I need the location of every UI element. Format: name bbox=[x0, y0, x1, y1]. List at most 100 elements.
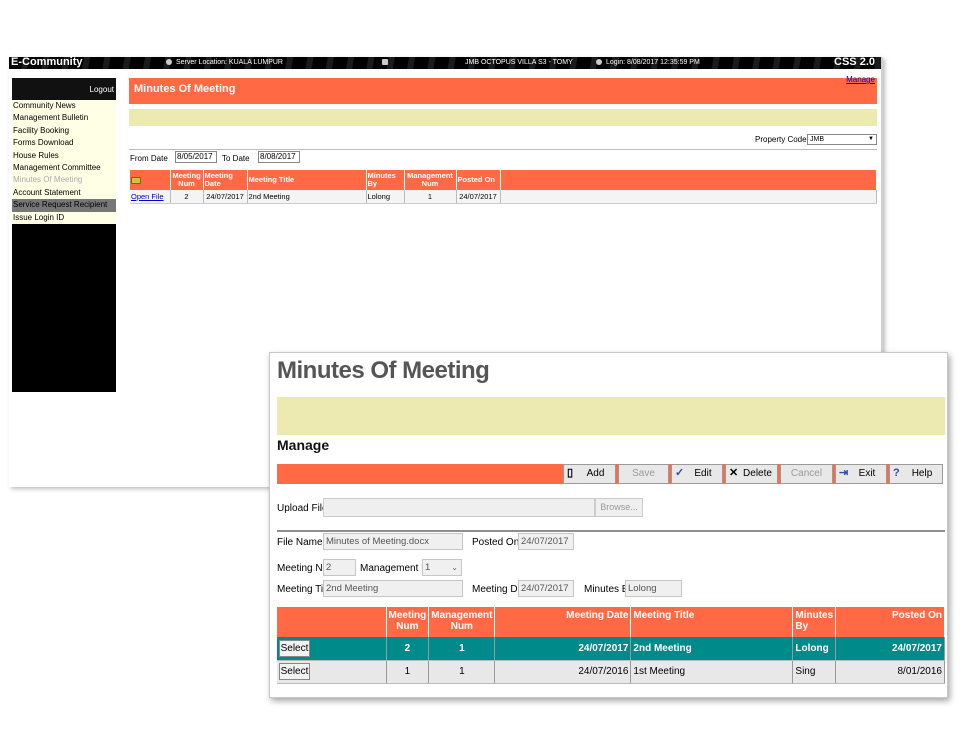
upload-file-label: Upload File bbox=[277, 503, 328, 514]
col-select bbox=[277, 607, 387, 637]
app-title: E-Community bbox=[11, 57, 83, 68]
cell-meeting-date: 24/07/2017 bbox=[494, 637, 632, 661]
manage-link[interactable]: Manage bbox=[846, 75, 875, 84]
sidebar-item-service-request-recipient[interactable]: Service Request Recipient bbox=[12, 199, 116, 212]
info-banner bbox=[129, 109, 877, 126]
file-name-label: File Name bbox=[277, 537, 323, 548]
login-time: Login: 8/08/2017 12:35:59 PM bbox=[596, 59, 700, 66]
upload-file-input[interactable] bbox=[323, 498, 595, 517]
select-cell: Select bbox=[277, 637, 387, 661]
server-icon bbox=[166, 59, 172, 65]
col-meeting-date: Meeting Date bbox=[494, 607, 632, 637]
delete-icon: ✕ bbox=[729, 467, 739, 479]
from-date-input[interactable]: 8/05/2017 bbox=[175, 151, 217, 163]
col-meeting-title: Meeting Title bbox=[247, 170, 367, 190]
col-minutes-by: Minutes By bbox=[366, 170, 405, 190]
browse-button[interactable]: Browse... bbox=[595, 498, 643, 517]
property-code-label: Property Code bbox=[755, 135, 807, 144]
chevron-down-icon: ⌄ bbox=[451, 563, 458, 572]
sidebar-item-management-bulletin[interactable]: Management Bulletin bbox=[12, 112, 116, 124]
exit-button[interactable]: ⇥ Exit bbox=[835, 464, 887, 484]
cell-meeting-title: 2nd Meeting bbox=[630, 637, 794, 661]
cell-meeting-num: 2 bbox=[170, 190, 204, 204]
cell-minutes-by: Sing bbox=[792, 660, 837, 684]
sidebar-item-forms-download[interactable]: Forms Download bbox=[12, 137, 116, 149]
sidebar-menu: Community News Management Bulletin Facil… bbox=[12, 100, 116, 224]
user-icon bbox=[382, 59, 392, 66]
select-button[interactable]: Select bbox=[279, 639, 310, 657]
sidebar-item-management-committee[interactable]: Management Committee bbox=[12, 162, 116, 174]
new-file-icon: ▯ bbox=[567, 467, 574, 479]
save-button[interactable]: Save bbox=[618, 464, 669, 484]
col-spacer bbox=[500, 170, 877, 190]
top-bar: E-Community Server Location: KUALA LUMPU… bbox=[9, 57, 881, 69]
table-row[interactable]: Select 1 1 24/07/2016 1st Meeting Sing 8… bbox=[277, 660, 945, 684]
product-version: CSS 2.0 bbox=[834, 57, 875, 68]
to-date-input[interactable]: 8/08/2017 bbox=[258, 151, 300, 163]
help-icon: ? bbox=[893, 467, 900, 479]
select-cell: Select bbox=[277, 660, 387, 684]
cell-posted-on: 24/07/2017 bbox=[456, 190, 501, 204]
chevron-down-icon: ▼ bbox=[868, 136, 874, 142]
cell-meeting-num: 2 bbox=[386, 637, 430, 661]
server-location: Server Location: KUALA LUMPUR bbox=[166, 59, 283, 66]
col-minutes-by: Minutes By bbox=[792, 607, 837, 637]
sidebar-item-minutes-of-meeting[interactable]: Minutes Of Meeting bbox=[12, 174, 116, 186]
cell-management-num: 1 bbox=[428, 660, 496, 684]
table-row[interactable]: Select 2 1 24/07/2017 2nd Meeting Lolong… bbox=[277, 637, 945, 661]
divider bbox=[129, 149, 877, 150]
col-meeting-num: Meeting Num bbox=[386, 607, 430, 637]
select-button[interactable]: Select bbox=[279, 663, 310, 680]
manage-heading: Manage bbox=[277, 437, 330, 453]
sidebar-item-account-statement[interactable]: Account Statement bbox=[12, 187, 116, 199]
col-management-num: Management Num bbox=[428, 607, 496, 637]
table-header-row: Meeting Num Meeting Date Meeting Title M… bbox=[130, 170, 877, 190]
minutes-table: Meeting Num Meeting Date Meeting Title M… bbox=[130, 170, 877, 204]
logout-link[interactable]: Logout bbox=[12, 78, 116, 100]
delete-button[interactable]: ✕ Delete bbox=[725, 464, 778, 484]
cancel-button[interactable]: Cancel bbox=[780, 464, 833, 484]
cell-spacer bbox=[500, 190, 877, 204]
posted-on-label: Posted On bbox=[472, 537, 520, 548]
cell-meeting-num: 1 bbox=[386, 660, 430, 684]
col-meeting-date: Meeting Date bbox=[203, 170, 248, 190]
cell-management-num: 1 bbox=[428, 637, 496, 661]
clock-icon bbox=[596, 59, 602, 65]
property-code-select[interactable]: JMB ▼ bbox=[807, 134, 877, 145]
edit-button[interactable]: ✓ Edit bbox=[671, 464, 723, 484]
posted-on-field[interactable]: 24/07/2017 bbox=[518, 533, 574, 550]
sidebar-item-house-rules[interactable]: House Rules bbox=[12, 150, 116, 162]
add-button[interactable]: ▯ Add bbox=[563, 464, 616, 484]
manage-page-title: Minutes Of Meeting bbox=[277, 357, 490, 384]
col-posted-on: Posted On bbox=[456, 170, 501, 190]
minutes-by-field[interactable]: Lolong bbox=[625, 580, 682, 597]
open-file-cell: Open File bbox=[130, 190, 171, 204]
sidebar-item-community-news[interactable]: Community News bbox=[12, 100, 116, 112]
sidebar-item-issue-login-id[interactable]: Issue Login ID bbox=[12, 212, 116, 224]
management-num-select[interactable]: 1 ⌄ bbox=[422, 559, 462, 576]
section-divider bbox=[277, 530, 945, 532]
meeting-num-field[interactable]: 2 bbox=[323, 559, 356, 576]
folder-icon bbox=[131, 176, 141, 184]
page-title: Minutes Of Meeting bbox=[134, 83, 236, 95]
help-button[interactable]: ? Help bbox=[889, 464, 943, 484]
manage-window: Minutes Of Meeting Manage ▯ Add Save ✓ Edi… bbox=[269, 352, 948, 698]
col-posted-on: Posted On bbox=[835, 607, 945, 637]
edit-icon: ✓ bbox=[675, 467, 685, 479]
open-file-link[interactable]: Open File bbox=[131, 192, 164, 201]
meeting-date-field[interactable]: 24/07/2017 bbox=[518, 580, 574, 597]
manage-table: Meeting Num Management Num Meeting Date … bbox=[277, 607, 945, 684]
property-name: JMB OCTOPUS VILLA S3 - TOMY bbox=[465, 59, 573, 66]
meeting-title-field[interactable]: 2nd Meeting bbox=[323, 580, 463, 597]
cell-posted-on: 8/01/2016 bbox=[835, 660, 945, 684]
page-header: Minutes Of Meeting bbox=[129, 78, 877, 104]
sidebar-item-facility-booking[interactable]: Facility Booking bbox=[12, 125, 116, 137]
cell-meeting-date: 24/07/2016 bbox=[494, 660, 632, 684]
to-date-label: To Date bbox=[222, 154, 250, 163]
folder-icon-header bbox=[130, 170, 171, 190]
cell-meeting-date: 24/07/2017 bbox=[203, 190, 248, 204]
from-date-label: From Date bbox=[130, 154, 168, 163]
manage-info-banner bbox=[277, 397, 945, 435]
file-name-field[interactable]: Minutes of Meeting.docx bbox=[323, 533, 463, 550]
table-header-row: Meeting Num Management Num Meeting Date … bbox=[277, 607, 945, 637]
